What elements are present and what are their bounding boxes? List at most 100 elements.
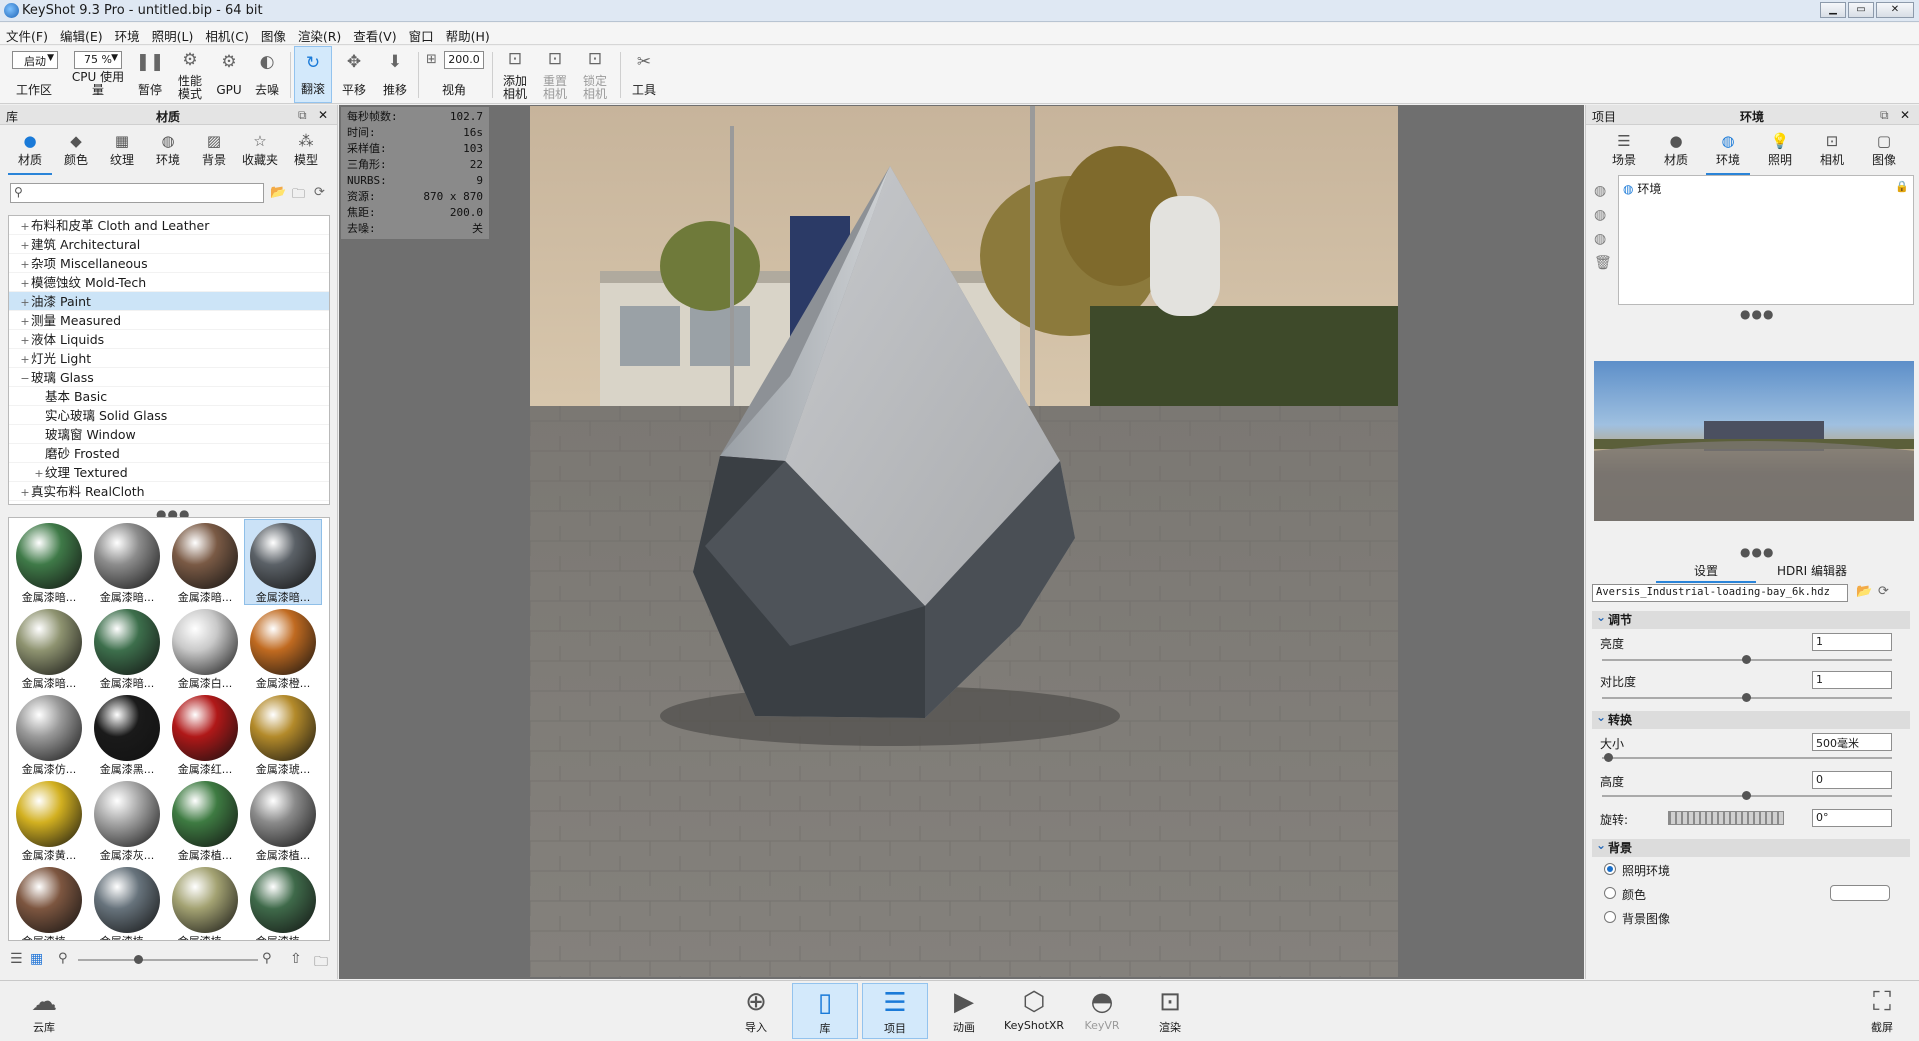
menu-lighting[interactable]: 照明(L) bbox=[146, 23, 200, 48]
material-thumbnail[interactable]: 金属漆琥... bbox=[245, 692, 321, 776]
maximize-button[interactable]: ▭ bbox=[1848, 2, 1874, 18]
menu-view[interactable]: 查看(V) bbox=[347, 23, 402, 48]
add-camera-button[interactable]: ⊡ 添加 相机 bbox=[496, 46, 534, 103]
refresh-icon[interactable]: ⟳ bbox=[314, 185, 325, 200]
tumble-button[interactable]: ↻ 翻滚 bbox=[294, 46, 332, 103]
keyshotxr-button[interactable]: ⬡ KeyShotXR bbox=[1002, 983, 1066, 1039]
add-environment-icon[interactable]: ◍ bbox=[1594, 183, 1606, 199]
upload-cloud-icon[interactable]: ⇧ bbox=[290, 951, 302, 967]
tree-item[interactable]: 基本 Basic bbox=[9, 387, 329, 406]
expand-toggle-icon[interactable]: + bbox=[19, 312, 31, 331]
tree-item[interactable]: +纹理 Textured bbox=[9, 463, 329, 482]
folder-add-icon[interactable]: 🗀 bbox=[292, 185, 305, 207]
folder-open-icon[interactable]: 📂 bbox=[1856, 584, 1872, 599]
tab-materials[interactable]: ● 材质 bbox=[8, 129, 52, 175]
subtab-settings[interactable]: 设置 bbox=[1656, 562, 1756, 583]
material-thumbnail[interactable]: 金属漆白... bbox=[167, 606, 243, 690]
tree-item[interactable]: 磨砂 Frosted bbox=[9, 444, 329, 463]
menu-window[interactable]: 窗口 bbox=[403, 23, 440, 48]
bg-image-radio[interactable] bbox=[1604, 911, 1616, 923]
pause-button[interactable]: ❚❚ 暂停 bbox=[134, 46, 166, 103]
tree-item[interactable]: 玻璃窗 Window bbox=[9, 425, 329, 444]
dolly-button[interactable]: ⬇ 推移 bbox=[376, 46, 414, 103]
trash-icon[interactable]: 🗑 bbox=[1594, 255, 1612, 271]
dock-icon[interactable]: ⧉ bbox=[298, 108, 307, 123]
thumbnail-size-slider[interactable] bbox=[78, 955, 258, 964]
material-thumbnail[interactable]: 金属漆暗... bbox=[89, 606, 165, 690]
keyvr-button[interactable]: ◓ KeyVR bbox=[1072, 983, 1132, 1039]
rotation-dial[interactable] bbox=[1668, 811, 1784, 825]
material-thumbnail[interactable]: 金属漆暗... bbox=[244, 519, 322, 605]
expand-toggle-icon[interactable]: + bbox=[19, 236, 31, 255]
tree-item[interactable]: +布料和皮革 Cloth and Leather bbox=[9, 216, 329, 235]
menu-image[interactable]: 图像 bbox=[255, 23, 292, 48]
hdri-preview[interactable] bbox=[1594, 361, 1914, 521]
material-thumbnail[interactable]: 金属漆暗... bbox=[89, 520, 165, 604]
environment-list-item[interactable]: ◍ 环境 bbox=[1623, 180, 1661, 197]
material-thumbnail[interactable]: 金属漆仿... bbox=[11, 692, 87, 776]
zoom-in-icon[interactable]: ⚲ bbox=[262, 951, 272, 966]
cpu-usage-select[interactable]: 75 % ▼ bbox=[74, 51, 122, 69]
material-thumbnail[interactable]: 金属漆植... bbox=[11, 864, 87, 940]
render-button[interactable]: ⊡ 渲染 bbox=[1140, 983, 1200, 1039]
list-view-icon[interactable]: ☰ bbox=[10, 951, 23, 967]
tab-environments[interactable]: ◍ 环境 bbox=[146, 129, 190, 175]
animation-button[interactable]: ▶ 动画 bbox=[934, 983, 994, 1039]
expand-toggle-icon[interactable]: + bbox=[33, 464, 45, 483]
material-thumbnail[interactable]: 金属漆植... bbox=[245, 778, 321, 862]
library-search-input[interactable]: ⚲ bbox=[10, 183, 264, 203]
rotation-input[interactable]: 0° bbox=[1812, 809, 1892, 827]
reset-camera-button[interactable]: ⊡ 重置 相机 bbox=[536, 46, 574, 103]
fov-input[interactable]: 200.0 bbox=[444, 51, 484, 69]
copy-environment-icon[interactable]: ◍ bbox=[1594, 231, 1606, 247]
expand-toggle-icon[interactable]: + bbox=[19, 217, 31, 236]
bg-color-swatch[interactable] bbox=[1830, 885, 1890, 901]
material-thumbnail[interactable]: 金属漆植... bbox=[89, 864, 165, 940]
tab-material[interactable]: ● 材质 bbox=[1654, 129, 1698, 175]
tab-models[interactable]: ⁂ 模型 bbox=[284, 129, 328, 175]
splitter-handle[interactable]: ●●● bbox=[1740, 307, 1774, 321]
tree-item[interactable]: +灯光 Light bbox=[9, 349, 329, 368]
tab-lighting[interactable]: 💡 照明 bbox=[1758, 129, 1802, 175]
import-button[interactable]: ⊕ 导入 bbox=[726, 983, 786, 1039]
gpu-button[interactable]: ⚙ GPU bbox=[212, 46, 246, 103]
menu-edit[interactable]: 编辑(E) bbox=[54, 23, 109, 48]
tab-colors[interactable]: ◆ 颜色 bbox=[54, 129, 98, 175]
brightness-input[interactable]: 1 bbox=[1812, 633, 1892, 651]
tree-item[interactable]: +模德蚀纹 Mold-Tech bbox=[9, 273, 329, 292]
contrast-slider[interactable] bbox=[1602, 693, 1892, 702]
tree-item[interactable]: +建筑 Architectural bbox=[9, 235, 329, 254]
denoise-button[interactable]: ◐ 去噪 bbox=[250, 46, 284, 103]
zoom-out-icon[interactable]: ⚲ bbox=[58, 951, 68, 966]
size-slider[interactable] bbox=[1602, 753, 1892, 762]
rendered-scene-image[interactable] bbox=[530, 106, 1398, 977]
expand-toggle-icon[interactable]: + bbox=[19, 255, 31, 274]
material-thumbnail[interactable]: 金属漆黄... bbox=[11, 778, 87, 862]
grid-view-icon[interactable]: ▦ bbox=[30, 951, 43, 967]
project-button[interactable]: ☰ 项目 bbox=[862, 983, 928, 1039]
material-thumbnail[interactable]: 金属漆黑... bbox=[89, 692, 165, 776]
material-thumbnail[interactable]: 金属漆植... bbox=[167, 778, 243, 862]
expand-toggle-icon[interactable]: + bbox=[19, 293, 31, 312]
material-thumbnail[interactable]: 金属漆橙... bbox=[245, 606, 321, 690]
lock-camera-button[interactable]: ⊡ 锁定 相机 bbox=[576, 46, 614, 103]
tree-item[interactable]: +真实布料 RealCloth bbox=[9, 482, 329, 501]
height-slider[interactable] bbox=[1602, 791, 1892, 800]
tab-camera[interactable]: ⊡ 相机 bbox=[1810, 129, 1854, 175]
material-thumbnail[interactable]: 金属漆植... bbox=[167, 864, 243, 940]
close-panel-icon[interactable]: ✕ bbox=[318, 108, 328, 122]
splitter-handle-2[interactable]: ●●● bbox=[1740, 545, 1774, 559]
expand-toggle-icon[interactable]: − bbox=[19, 369, 31, 388]
render-viewport[interactable]: 每秒帧数: 102.7 时间: 16s 采样值: 103 三角形: 22 NURBS: 9… bbox=[339, 105, 1584, 979]
material-thumbnail[interactable]: 金属漆暗... bbox=[11, 520, 87, 604]
expand-toggle-icon[interactable]: + bbox=[19, 331, 31, 350]
material-thumbnail[interactable]: 金属漆暗... bbox=[167, 520, 243, 604]
menu-render[interactable]: 渲染(R) bbox=[292, 23, 347, 48]
height-input[interactable]: 0 bbox=[1812, 771, 1892, 789]
tab-scene[interactable]: ☰ 场景 bbox=[1602, 129, 1646, 175]
expand-toggle-icon[interactable]: + bbox=[19, 350, 31, 369]
menu-help[interactable]: 帮助(H) bbox=[440, 23, 496, 48]
duplicate-environment-icon[interactable]: ◍ bbox=[1594, 207, 1606, 223]
dock-icon[interactable]: ⧉ bbox=[1880, 108, 1889, 123]
tree-item[interactable]: +杂项 Miscellaneous bbox=[9, 254, 329, 273]
